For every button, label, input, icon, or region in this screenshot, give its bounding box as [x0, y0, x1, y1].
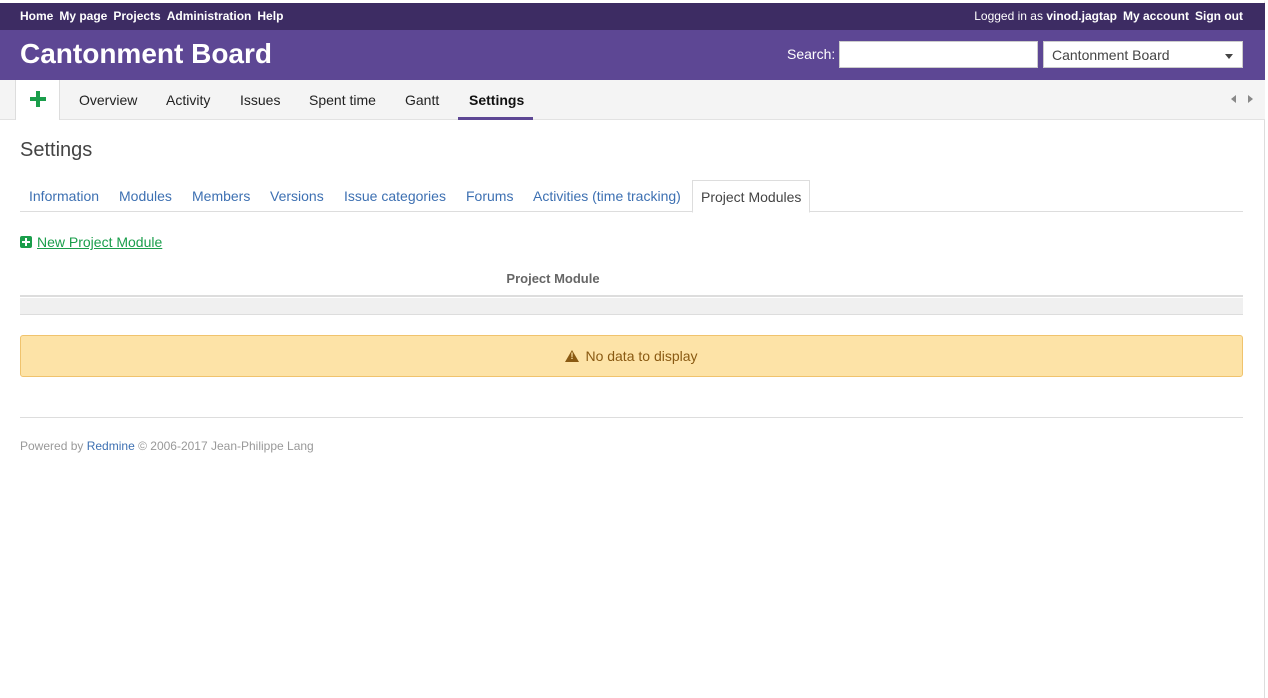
top-menu-my-page[interactable]: My page: [59, 9, 107, 23]
project-title: Cantonment Board: [20, 38, 272, 69]
my-account-link[interactable]: My account: [1123, 9, 1189, 23]
top-menu-projects[interactable]: Projects: [113, 9, 160, 23]
logged-in-status: Logged in as vinod.jagtap: [974, 9, 1117, 23]
project-jump-select[interactable]: Cantonment Board: [1043, 41, 1243, 68]
top-menu-help[interactable]: Help: [257, 9, 283, 23]
tab-versions[interactable]: Versions: [270, 188, 324, 204]
tab-project-modules[interactable]: Project Modules: [692, 180, 811, 213]
footer: Powered by Redmine © 2006-2017 Jean-Phil…: [20, 439, 314, 453]
tab-activities[interactable]: Activities (time tracking): [533, 188, 681, 204]
menu-settings[interactable]: Settings: [469, 92, 524, 108]
add-icon: [20, 236, 32, 248]
tab-modules[interactable]: Modules: [119, 188, 172, 204]
no-data-text: No data to display: [585, 348, 698, 364]
tab-forums[interactable]: Forums: [466, 188, 513, 204]
redmine-link[interactable]: Redmine: [87, 439, 135, 453]
selected-menu-indicator: [458, 117, 533, 120]
table-row: [20, 298, 1243, 315]
menu-issues[interactable]: Issues: [240, 92, 280, 108]
search-label: Search:: [787, 46, 836, 62]
settings-tabs: Information Modules Members Versions Iss…: [20, 180, 1243, 213]
footer-copyright: © 2006-2017 Jean-Philippe Lang: [138, 439, 314, 453]
account-links: Logged in as vinod.jagtap My account Sig…: [974, 9, 1243, 23]
top-menu-administration[interactable]: Administration: [167, 9, 252, 23]
main-menu: Overview Activity Issues Spent time Gant…: [0, 80, 1265, 120]
logged-in-username[interactable]: vinod.jagtap: [1046, 9, 1117, 23]
footer-divider: [20, 417, 1243, 418]
footer-prefix: Powered by: [20, 439, 84, 453]
chevron-down-icon: [1225, 54, 1233, 59]
new-project-module-link[interactable]: New Project Module: [20, 234, 162, 250]
menu-gantt[interactable]: Gantt: [405, 92, 439, 108]
no-data-flash: No data to display: [20, 335, 1243, 377]
search-input[interactable]: [839, 41, 1038, 68]
top-menu-home[interactable]: Home: [20, 9, 53, 23]
warning-icon: [565, 350, 580, 362]
scroll-left-icon[interactable]: [1231, 95, 1236, 103]
scroll-right-icon[interactable]: [1248, 95, 1253, 103]
page-title: Settings: [20, 139, 93, 161]
header: Cantonment Board Search: Cantonment Boar…: [0, 30, 1265, 80]
top-menu-links: Home My page Projects Administration Hel…: [20, 9, 283, 23]
sign-out-link[interactable]: Sign out: [1195, 9, 1243, 23]
project-jump-value: Cantonment Board: [1052, 47, 1170, 63]
logged-in-prefix: Logged in as: [974, 9, 1043, 23]
menu-activity[interactable]: Activity: [166, 92, 210, 108]
table-header: Project Module: [20, 270, 1243, 297]
menu-scroll-arrows: [1231, 95, 1253, 103]
tab-members[interactable]: Members: [192, 188, 250, 204]
tab-issue-categories[interactable]: Issue categories: [344, 188, 446, 204]
column-project-module[interactable]: Project Module: [20, 271, 1086, 286]
plus-icon: [30, 91, 46, 107]
menu-spent-time[interactable]: Spent time: [309, 92, 376, 108]
tab-information[interactable]: Information: [29, 188, 99, 204]
menu-overview[interactable]: Overview: [79, 92, 137, 108]
new-object-button[interactable]: [15, 80, 60, 120]
new-project-module-label: New Project Module: [37, 234, 163, 250]
top-menu: Home My page Projects Administration Hel…: [0, 3, 1265, 30]
